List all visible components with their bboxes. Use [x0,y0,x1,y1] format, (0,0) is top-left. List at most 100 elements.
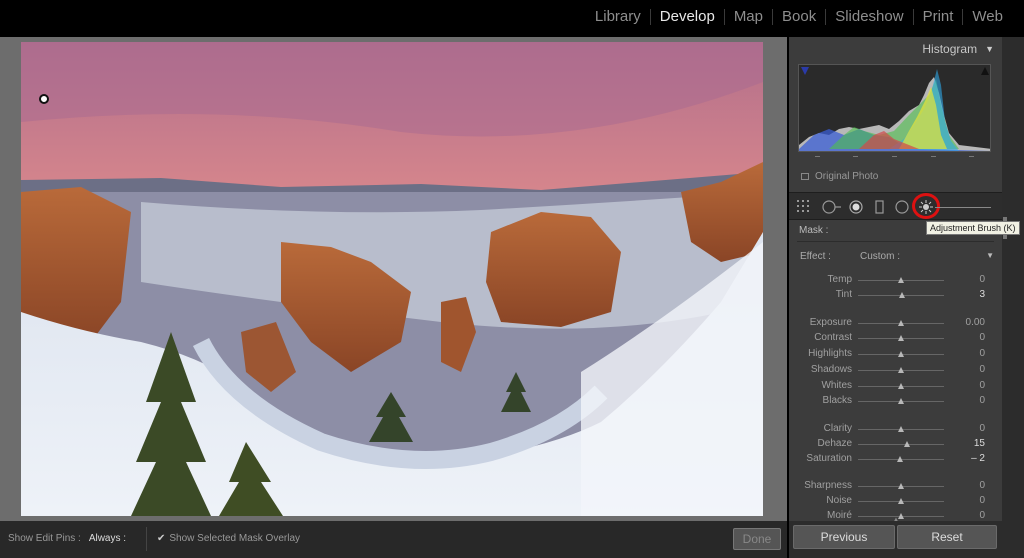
slider-highlights[interactable]: Highlights 0 [789,348,1002,362]
slider-thumb[interactable] [897,456,904,462]
module-print[interactable]: Print [914,6,963,28]
slider-track[interactable] [858,335,944,341]
slider-thumb[interactable] [904,441,911,447]
spot-removal-icon[interactable] [822,200,842,214]
slider-thumb[interactable] [898,498,904,504]
slider-track[interactable] [858,383,944,389]
slider-saturation[interactable]: Saturation – 2 [789,453,1002,467]
slider-track[interactable] [858,320,944,326]
edit-pin[interactable] [39,94,49,104]
panel-scroll-track[interactable] [1003,37,1007,507]
slider-track[interactable] [858,367,944,373]
slider-track[interactable] [858,483,944,489]
slider-label: Contrast [814,332,852,343]
slider-thumb[interactable] [898,277,904,283]
slider-shadows[interactable]: Shadows 0 [789,364,1002,378]
graduated-filter-icon[interactable] [874,200,886,214]
slider-thumb[interactable] [898,367,904,373]
slider-thumb[interactable] [898,383,904,389]
slider-contrast[interactable]: Contrast 0 [789,332,1002,346]
slider-thumb[interactable] [898,398,904,404]
mask-overlay-toggle[interactable]: ✔ Show Selected Mask Overlay [157,533,300,544]
slider-value[interactable]: 15 [974,438,985,449]
slider-label: Tint [835,289,852,300]
histogram-graph [799,67,990,151]
slider-value[interactable]: 0 [979,364,985,375]
slider-value[interactable]: 0 [979,395,985,406]
module-book[interactable]: Book [773,6,825,28]
module-web[interactable]: Web [963,6,1012,28]
slider-label: Moiré [826,510,852,521]
panel-bottom-buttons: ▲ Previous Reset [789,517,1024,558]
slider-track[interactable] [858,398,944,404]
slider-thumb[interactable] [898,483,904,489]
done-button[interactable]: Done [733,528,781,550]
slider-tint[interactable]: Tint 3 [789,289,1002,303]
slider-value[interactable]: 0 [979,274,985,285]
slider-label: Clarity [823,423,852,434]
slider-value[interactable]: 0 [979,348,985,359]
slider-label: Whites [821,380,852,391]
original-photo-label: Original Photo [815,171,879,182]
slider-value[interactable]: 0 [979,423,985,434]
slider-track[interactable] [858,441,944,447]
module-map[interactable]: Map [725,6,772,28]
module-picker: Library Develop Map Book Slideshow Print… [586,6,1012,28]
photo-canvas[interactable] [21,42,763,516]
slider-track[interactable] [858,292,944,298]
slider-value[interactable]: – 2 [971,453,985,464]
checkmark-icon[interactable]: ✔ [157,533,165,544]
panel-divider [797,241,994,242]
shadow-clip-indicator[interactable] [801,67,809,75]
slider-label: Blacks [822,395,852,406]
highlight-clip-indicator[interactable] [981,67,989,75]
slider-noise[interactable]: Noise 0 [789,495,1002,509]
slider-temp[interactable]: Temp 0 [789,274,1002,288]
module-slideshow[interactable]: Slideshow [826,6,912,28]
show-edit-pins-control[interactable]: Show Edit Pins : Always : [8,533,126,544]
slider-thumb[interactable] [898,351,904,357]
effect-preset-select[interactable]: Custom : [860,251,900,262]
reset-button[interactable]: Reset [897,525,997,549]
module-develop[interactable]: Develop [651,6,724,28]
slider-value[interactable]: 0 [979,495,985,506]
slider-value[interactable]: 0 [979,510,985,521]
slider-clarity[interactable]: Clarity 0 [789,423,1002,437]
slider-track[interactable] [858,498,944,504]
effect-collapse-icon[interactable]: ▼ [986,251,994,260]
red-eye-icon[interactable] [848,200,864,214]
crop-overlay-icon[interactable] [797,200,813,214]
panel-collapse-arrow-icon[interactable]: ▲ [893,517,899,523]
show-edit-pins-select[interactable]: Always : [89,533,126,544]
slider-value[interactable]: 0 [979,480,985,491]
slider-label: Temp [827,274,852,285]
slider-thumb[interactable] [898,320,904,326]
slider-track[interactable] [858,513,944,519]
slider-value[interactable]: 0.00 [966,317,985,328]
slider-thumb[interactable] [898,335,904,341]
slider-thumb[interactable] [898,292,905,298]
slider-blacks[interactable]: Blacks 0 [789,395,1002,409]
slider-sharpness[interactable]: Sharpness 0 [789,480,1002,494]
slider-whites[interactable]: Whites 0 [789,380,1002,394]
effect-label: Effect : [800,251,831,262]
slider-track[interactable] [858,426,944,432]
slider-thumb[interactable] [898,426,904,432]
previous-button[interactable]: Previous [793,525,895,549]
histogram-header[interactable]: Histogram ▼ [789,37,1002,61]
collapse-triangle-icon[interactable]: ▼ [985,44,994,54]
slider-dehaze[interactable]: Dehaze 15 [789,438,1002,452]
original-photo-toggle[interactable]: Original Photo [801,171,878,182]
slider-track[interactable] [858,277,944,283]
image-viewer[interactable] [0,37,787,521]
slider-value[interactable]: 0 [979,380,985,391]
slider-exposure[interactable]: Exposure 0.00 [789,317,1002,331]
slider-track[interactable] [858,351,944,357]
develop-panel: Histogram ▼ Original Photo Mask: Effect… [789,37,1002,558]
slider-value[interactable]: 0 [979,332,985,343]
slider-track[interactable] [858,456,944,462]
slider-value[interactable]: 3 [979,289,985,300]
toolbar-divider [146,527,147,551]
module-library[interactable]: Library [586,6,650,28]
radial-filter-icon[interactable] [895,200,909,214]
